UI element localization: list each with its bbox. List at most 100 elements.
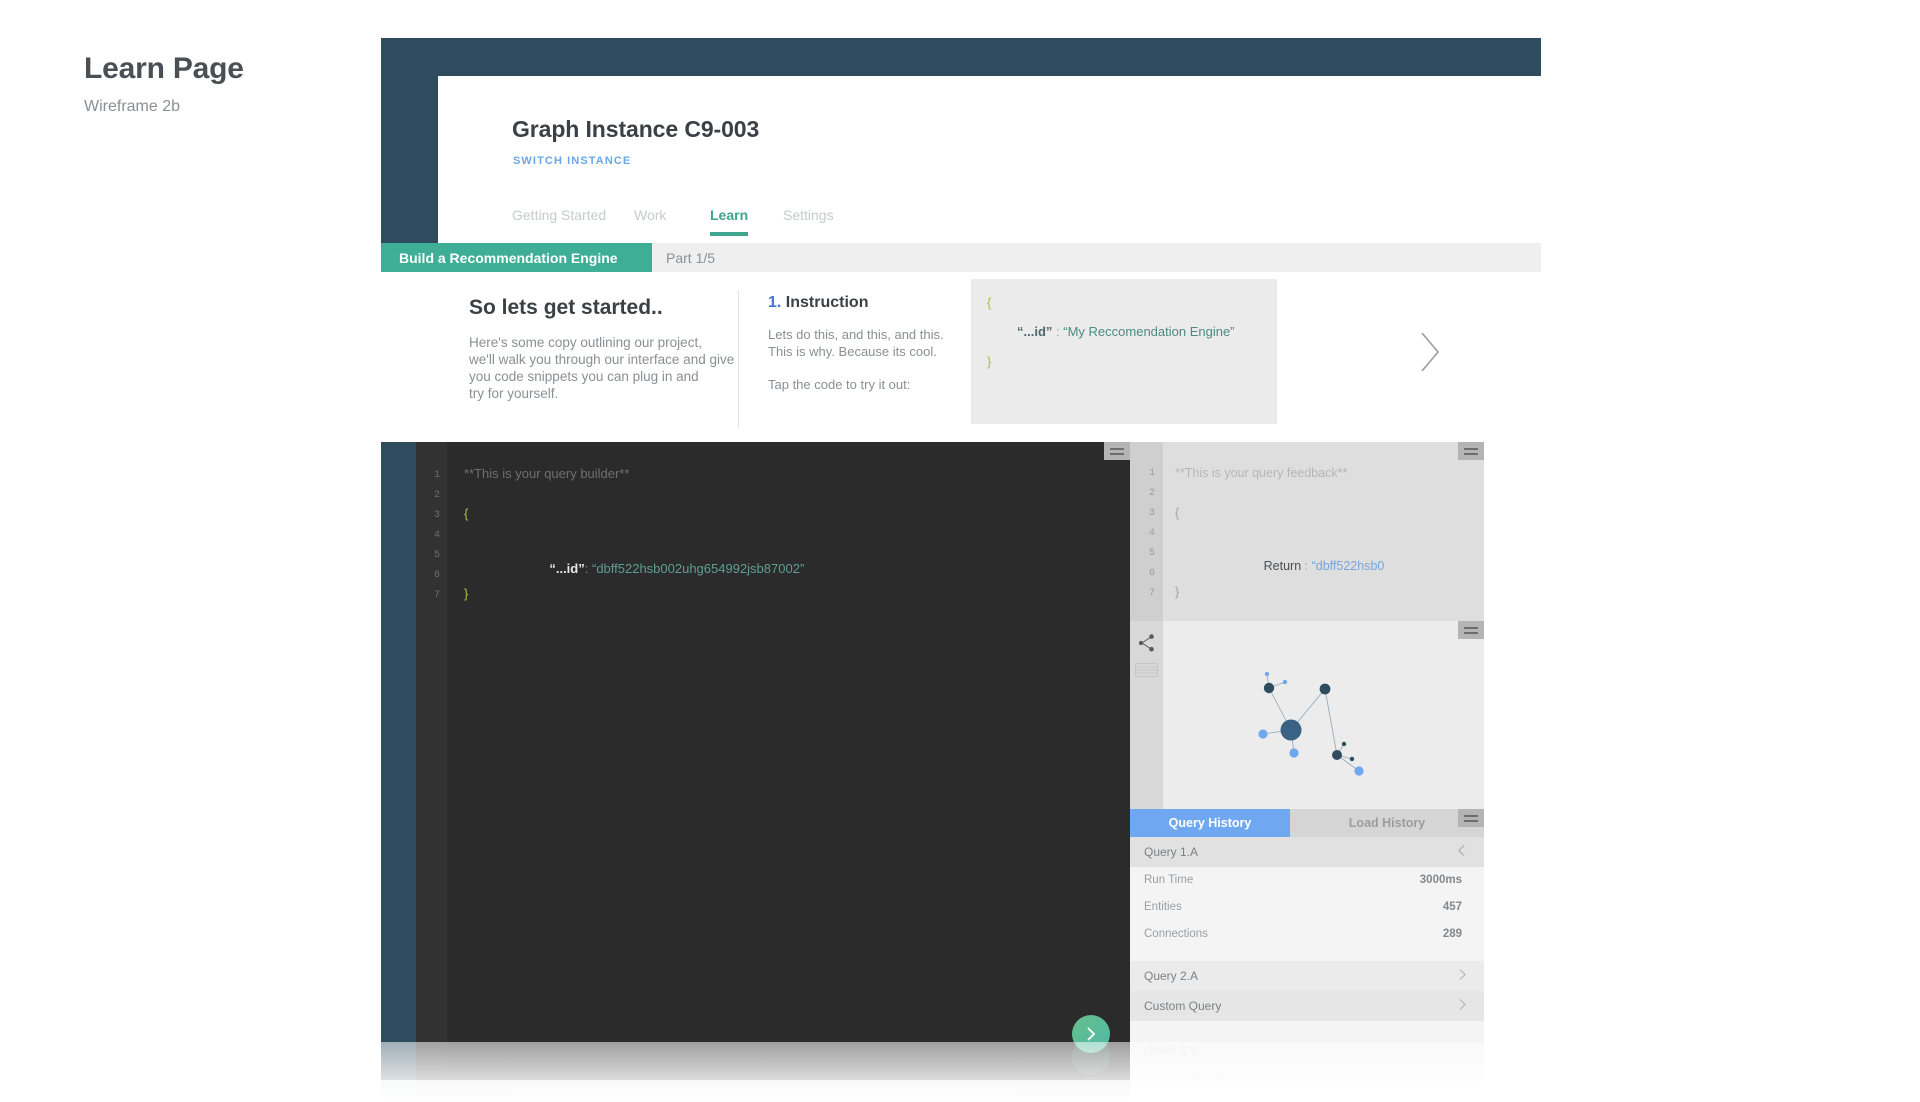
instruction-number: 1. [768, 294, 782, 311]
editor-row: 1 2 3 4 5 6 7 **This is your query build… [381, 442, 1541, 1080]
tab-learn[interactable]: Learn [710, 207, 749, 236]
chevron-right-icon[interactable] [1456, 998, 1468, 1015]
page-caption: Learn Page Wireframe 2b [84, 52, 244, 116]
snippet-close-brace: } [987, 354, 992, 369]
table-view-icon[interactable] [1135, 663, 1158, 677]
caption-subtitle: Wireframe 2b [84, 98, 181, 115]
instruction-heading: 1. Instruction [768, 294, 988, 312]
history-row-label: Custom Query [1144, 999, 1222, 1013]
history-row-selected[interactable]: Query 1.A [1130, 837, 1484, 867]
feedback-key: Return [1263, 559, 1302, 573]
line-number: 6 [433, 570, 440, 581]
tutorial-heading: So lets get started.. [469, 296, 663, 319]
lesson-part-indicator: Part 1/5 [666, 249, 716, 266]
feedback-close-brace: } [1175, 585, 1180, 599]
feedback-value: “dbff522hsb0 [1311, 559, 1385, 573]
line-number: 5 [1148, 548, 1155, 559]
editor-comment-line: **This is your query builder** [464, 466, 630, 481]
right-column: 1 2 3 4 5 6 7 **This is your query feedb… [1130, 442, 1484, 1080]
history-row[interactable]: Query 2.A [1130, 961, 1484, 991]
chevron-left-icon[interactable] [1456, 844, 1468, 861]
snippet-line: “...id” : “My Reccomendation Engine” [1017, 324, 1235, 339]
snippet-colon: : [1056, 324, 1060, 339]
editor-gutter: 1 2 3 4 5 6 7 [416, 442, 447, 1080]
snippet-value: “My Reccomendation Engine” [1063, 324, 1235, 339]
lesson-bar: Build a Recommendation Engine Part 1/5 [381, 243, 1541, 272]
drag-handle-icon[interactable] [1458, 621, 1484, 639]
share-graph-icon[interactable] [1137, 633, 1157, 653]
stat-label: Entities [1144, 901, 1182, 913]
tab-work[interactable]: Work [634, 207, 666, 223]
app-window: Graph Instance C9-003 SWITCH INSTANCE Ge… [381, 38, 1541, 1080]
stat-value: 457 [1442, 901, 1462, 913]
query-builder-editor[interactable]: 1 2 3 4 5 6 7 **This is your query build… [416, 442, 1130, 1080]
graph-canvas[interactable] [1163, 621, 1484, 809]
stat-label: Run Time [1144, 874, 1194, 886]
line-number: 2 [433, 490, 440, 501]
line-number: 3 [1148, 508, 1155, 519]
line-number: 7 [1148, 588, 1155, 599]
line-number: 7 [433, 590, 440, 601]
stat-row: Connections 289 [1130, 928, 1484, 948]
editor-value: “dbff522hsb002uhg654992jsb87002” [591, 561, 805, 576]
snippet-open-brace: { [987, 295, 992, 310]
switch-instance-link[interactable]: SWITCH INSTANCE [513, 155, 631, 167]
instruction-title: Instruction [785, 294, 869, 311]
line-number: 6 [1148, 568, 1155, 579]
window-topbar [381, 38, 1541, 76]
tutorial-instruction-column: 1. Instruction Lets do this, and this, a… [768, 294, 988, 392]
drag-handle-icon[interactable] [1458, 809, 1484, 827]
editor-left-rail [381, 442, 416, 1080]
line-number: 3 [433, 510, 440, 521]
feedback-comment-line: **This is your query feedback** [1175, 466, 1348, 480]
history-stats: Run Time 3000ms Entities 457 Connections… [1130, 867, 1484, 948]
line-number: 4 [433, 530, 440, 541]
line-number: 2 [1148, 488, 1155, 499]
caption-title: Learn Page [84, 52, 244, 85]
editor-open-brace: { [464, 506, 469, 521]
drag-handle-icon[interactable] [1104, 442, 1130, 460]
tab-getting-started[interactable]: Getting Started [512, 207, 606, 223]
editor-pair-line: “...id”: “dbff522hsb002uhg654992jsb87002… [506, 546, 804, 591]
main-tabs: Getting Started Work Learn Settings [438, 203, 1541, 243]
stat-value: 3000ms [1419, 874, 1462, 886]
tutorial-divider [738, 290, 739, 428]
chevron-right-icon[interactable] [1456, 968, 1468, 985]
history-row[interactable]: Custom Query [1130, 991, 1484, 1021]
feedback-gutter: 1 2 3 4 5 6 7 [1130, 442, 1163, 621]
stat-row: Run Time 3000ms [1130, 874, 1484, 894]
instruction-cta: Tap the code to try it out: [768, 377, 911, 393]
tutorial-body: Here's some copy outlining our project, … [469, 335, 735, 401]
stat-label: Connections [1144, 928, 1208, 940]
instruction-body: Lets do this, and this, and this. This i… [768, 327, 944, 360]
drag-handle-icon[interactable] [1458, 442, 1484, 460]
line-number: 1 [1148, 468, 1155, 479]
stat-row: Entities 457 [1130, 901, 1484, 921]
run-query-button[interactable] [1072, 1015, 1110, 1053]
tab-query-history[interactable]: Query History [1130, 809, 1290, 837]
graph-tool-rail [1130, 621, 1163, 809]
tab-settings[interactable]: Settings [783, 207, 834, 223]
history-row-label: Query 1.A [1144, 845, 1199, 859]
graph-visualization-pane [1130, 621, 1484, 809]
editor-close-brace: } [464, 586, 469, 601]
lesson-title-pill[interactable]: Build a Recommendation Engine [381, 243, 652, 272]
tab-load-history[interactable]: Load History [1290, 809, 1484, 837]
line-number: 5 [433, 550, 440, 561]
line-number: 4 [1148, 528, 1155, 539]
chevron-right-icon[interactable] [1416, 327, 1444, 377]
editor-colon: : [584, 561, 589, 576]
snippet-key: “...id” [1017, 324, 1053, 339]
stat-value: 289 [1442, 928, 1462, 940]
content-card: Graph Instance C9-003 SWITCH INSTANCE Ge… [381, 76, 1541, 1080]
query-history-pane: Query History Load History Query 1.A Run… [1130, 809, 1484, 1080]
line-number: 1 [433, 470, 440, 481]
tutorial-code-snippet[interactable]: { “...id” : “My Reccomendation Engine” } [971, 279, 1277, 424]
tutorial-intro-column: So lets get started.. Here's some copy o… [469, 296, 769, 403]
page-title: Graph Instance C9-003 [512, 116, 760, 142]
tutorial-panel: So lets get started.. Here's some copy o… [381, 272, 1541, 442]
app-header: Graph Instance C9-003 SWITCH INSTANCE [438, 76, 1541, 203]
history-row-label: Query 2.A [1144, 969, 1199, 983]
feedback-open-brace: { [1175, 506, 1180, 520]
editor-key: “...id” [549, 561, 585, 576]
